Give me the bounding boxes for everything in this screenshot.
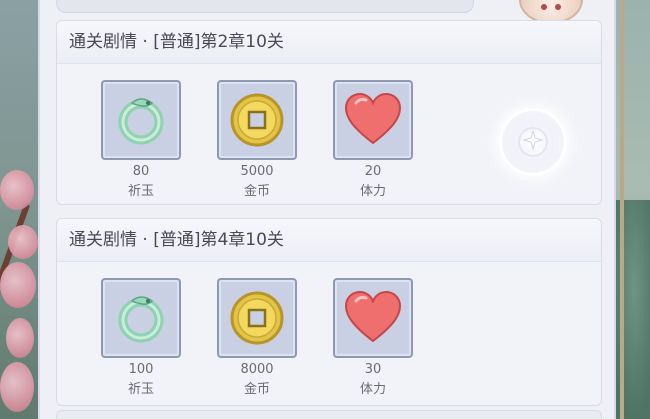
reward-list: 80 祈玉 5000 金币 20 体力 bbox=[57, 64, 601, 204]
jade-icon bbox=[118, 98, 164, 145]
reward-amount: 80 bbox=[132, 164, 150, 179]
reward-amount: 20 bbox=[364, 164, 382, 179]
quest-title: 通关剧情 · [普通]第4章10关 bbox=[57, 219, 601, 262]
quest-title: 通关剧情 · [普通]第2章10关 bbox=[57, 21, 601, 64]
heart-icon bbox=[344, 290, 402, 343]
cherry-blossom bbox=[8, 225, 38, 259]
cherry-blossom bbox=[6, 318, 34, 358]
reward-name: 体力 bbox=[359, 184, 386, 199]
reward-slot[interactable] bbox=[101, 80, 181, 160]
reward-amount: 8000 bbox=[240, 362, 274, 377]
reward-name: 体力 bbox=[359, 382, 386, 397]
claim-reward-button[interactable] bbox=[499, 108, 567, 176]
reward-item-gold: 8000 金币 bbox=[217, 278, 297, 397]
heart-icon bbox=[344, 92, 402, 145]
window-frame bbox=[620, 0, 624, 419]
reward-amount: 5000 bbox=[240, 164, 274, 179]
gold-coin-icon bbox=[230, 291, 284, 345]
tree-scenery bbox=[610, 200, 650, 419]
reward-amount: 30 bbox=[364, 362, 382, 377]
reward-name: 金币 bbox=[243, 184, 270, 199]
previous-card-edge bbox=[56, 0, 474, 13]
reward-item-gold: 5000 金币 bbox=[217, 80, 297, 199]
reward-name: 金币 bbox=[243, 382, 270, 397]
reward-slot[interactable] bbox=[333, 80, 413, 160]
reward-item-jade: 100 祈玉 bbox=[101, 278, 181, 397]
next-card-edge bbox=[56, 410, 602, 419]
reward-slot[interactable] bbox=[217, 278, 297, 358]
reward-name: 祈玉 bbox=[127, 184, 154, 199]
sparkle-icon bbox=[518, 127, 548, 157]
reward-name: 祈玉 bbox=[127, 382, 154, 397]
reward-slot[interactable] bbox=[217, 80, 297, 160]
reward-amount: 100 bbox=[128, 362, 154, 377]
jade-icon bbox=[118, 296, 164, 343]
quest-card: 通关剧情 · [普通]第4章10关 100 祈玉 8000 金币 30 体力 bbox=[56, 218, 602, 406]
quest-card: 通关剧情 · [普通]第2章10关 80 祈玉 5000 金币 20 体力 bbox=[56, 20, 602, 205]
reward-item-stamina: 20 体力 bbox=[333, 80, 413, 199]
reward-slot[interactable] bbox=[101, 278, 181, 358]
reward-list: 100 祈玉 8000 金币 30 体力 bbox=[57, 262, 601, 402]
reward-item-stamina: 30 体力 bbox=[333, 278, 413, 397]
cherry-blossom bbox=[0, 262, 36, 308]
gold-coin-icon bbox=[230, 93, 284, 147]
reward-item-jade: 80 祈玉 bbox=[101, 80, 181, 199]
cherry-blossom bbox=[0, 362, 34, 412]
reward-slot[interactable] bbox=[333, 278, 413, 358]
cherry-blossom bbox=[0, 170, 34, 210]
